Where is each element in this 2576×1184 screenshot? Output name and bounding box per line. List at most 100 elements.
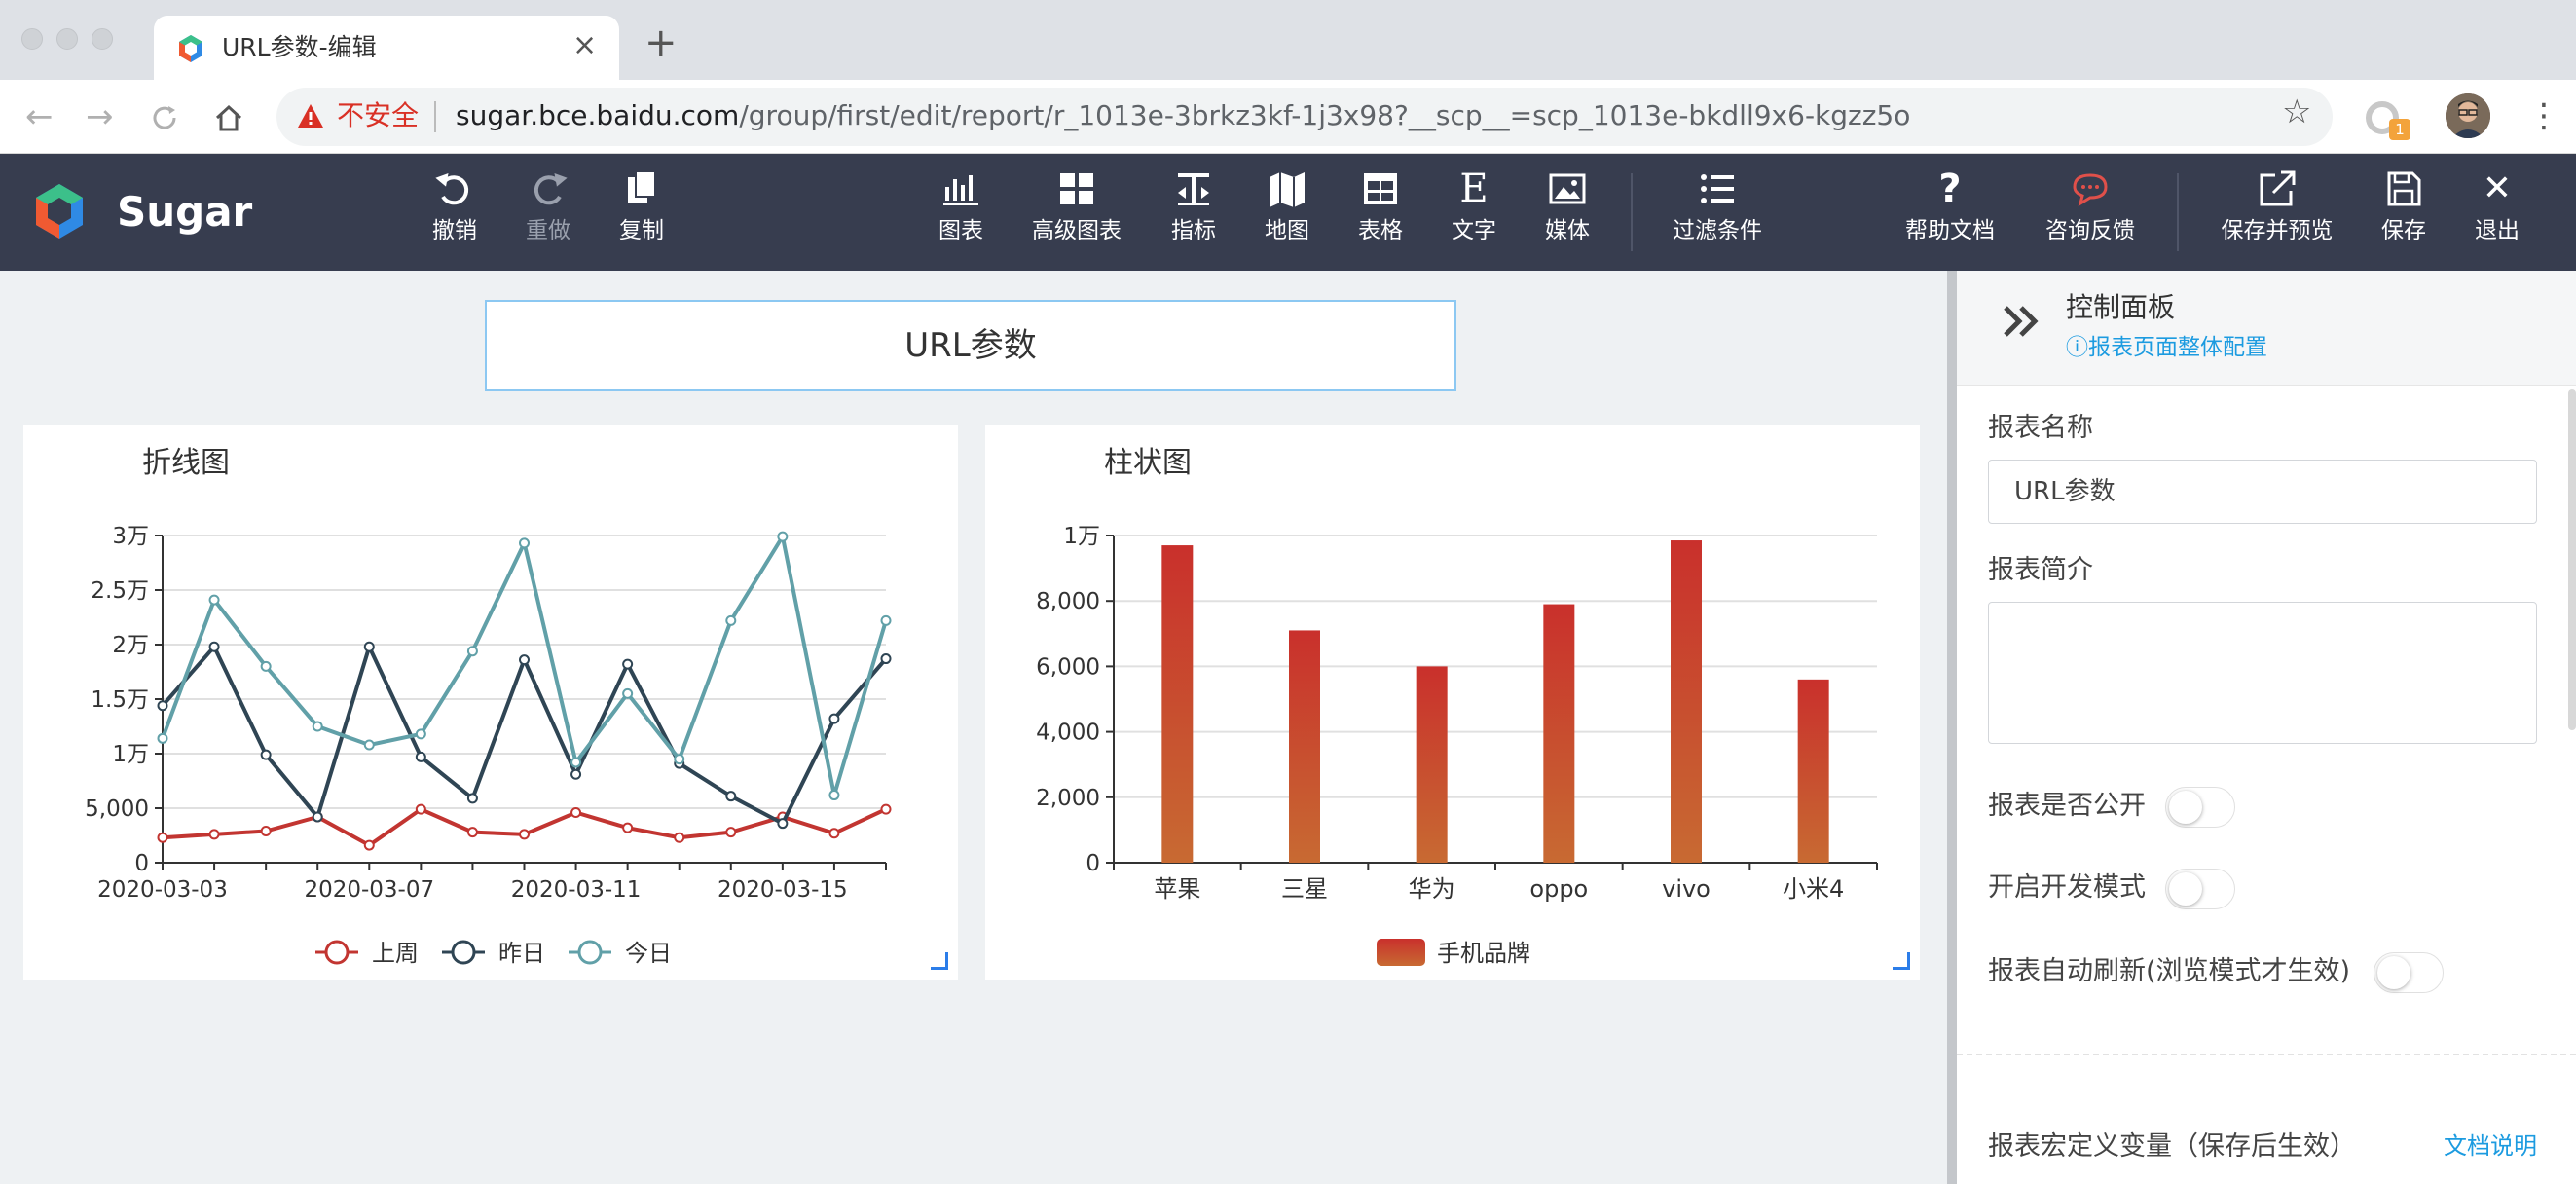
bar-chart-card[interactable]: 柱状图 0 2,000 4,000 6,000 8,000 1万 苹果 三星 华为 oppo viv… [985,425,1920,980]
auto-refresh-label: 报表自动刷新(浏览模式才生效) [1988,956,2351,986]
data-point [157,832,168,843]
bar [1543,604,1575,863]
data-point [570,757,582,768]
tool-advanced-chart[interactable]: 高级图表 [1023,167,1130,265]
tool-text[interactable]: E 文字 [1420,167,1527,265]
back-arrow-icon[interactable]: ← [25,97,54,136]
toggle-knob [2169,791,2202,824]
url-text[interactable]: sugar.bce.baidu.com/group/first/edit/rep… [456,99,1910,132]
redo-button[interactable]: 重做 [495,167,602,265]
tool-filter[interactable]: 过滤条件 [1663,167,1772,265]
help-button[interactable]: ? 帮助文档 [1896,167,2004,265]
report-canvas: URL参数 折线图 0 5,000 1万 1.5万 2万 2.5万 3万 2020-03-03… [0,271,1947,1184]
save-label: 保存 [2381,218,2426,243]
docs-link[interactable]: 文档说明 [2444,1129,2537,1163]
legend-marker [577,940,603,965]
profile-avatar[interactable] [2446,93,2490,138]
browser-toolbar: ← → 不安全 sugar.bce.baidu.com/group/first/… [0,80,2576,154]
panel-splitter[interactable] [1947,271,1957,1184]
data-point [415,751,426,762]
data-point [208,641,220,652]
undo-button[interactable]: 撤销 [401,167,508,265]
metric-label: 指标 [1171,218,1216,243]
redo-label: 重做 [526,218,570,243]
data-point [208,594,220,606]
feedback-label: 咨询反馈 [2045,218,2135,243]
resize-handle[interactable] [931,952,948,970]
x-tick-label: 三星 [1281,875,1328,903]
resize-handle[interactable] [1893,952,1910,970]
y-tick-label: 8,000 [1036,589,1100,614]
reload-icon[interactable] [148,101,181,134]
new-tab-button[interactable]: + [644,23,678,62]
report-title-box[interactable]: URL参数 [485,300,1456,391]
report-title: URL参数 [904,326,1037,365]
tool-chart[interactable]: 图表 [907,167,1014,265]
data-point [622,687,634,699]
double-chevron-right-icon[interactable] [2000,300,2042,343]
window-minimize-dot[interactable] [56,28,78,50]
help-label: 帮助文档 [1905,218,1995,243]
panel-config-link[interactable]: ⓘ报表页面整体配置 [2066,333,2267,362]
data-point [157,732,168,744]
tab-title: URL参数-编辑 [222,33,377,61]
y-tick-label: 5,000 [85,796,149,822]
data-point [777,818,789,830]
tool-media[interactable]: 媒体 [1514,167,1621,265]
series-line [162,806,887,848]
save-preview-button[interactable]: 保存并预览 [2212,167,2342,265]
exit-label: 退出 [2475,218,2520,243]
undo-icon [435,172,469,205]
external-link-icon [2260,170,2296,206]
address-bar[interactable]: 不安全 sugar.bce.baidu.com/group/first/edit… [276,88,2333,146]
browser-tab[interactable]: URL参数-编辑 × [154,16,619,82]
exit-button[interactable]: ✕ 退出 [2444,167,2551,265]
window-zoom-dot[interactable] [92,28,113,50]
bar [1289,630,1320,863]
tool-table[interactable]: 表格 [1327,167,1434,265]
toggle-knob [2377,956,2410,989]
copy-button[interactable]: 复制 [588,167,695,265]
auto-refresh-toggle[interactable] [2374,952,2444,993]
data-point [157,700,168,712]
dev-mode-toggle[interactable] [2165,869,2235,909]
report-name-label: 报表名称 [1988,413,2093,443]
data-point [415,728,426,740]
panel-scrollbar[interactable] [2568,389,2576,730]
map-label: 地图 [1265,218,1309,243]
y-tick-label: 2.5万 [91,578,149,604]
report-desc-label: 报表简介 [1988,555,2093,585]
media-label: 媒体 [1545,218,1590,243]
data-point [466,646,478,657]
text-icon: E [1459,166,1489,211]
forward-arrow-icon[interactable]: → [86,97,114,136]
bar-chart: 0 2,000 4,000 6,000 8,000 1万苹果 三星 华为 oppo vivo 小米4… [1036,524,1878,967]
window-close-dot[interactable] [21,28,43,50]
metric-icon [1178,173,1209,205]
line-chart: 0 5,000 1万 1.5万 2万 2.5万 3万 2020-03-03 2020-03-07… [85,524,892,967]
bar [1416,666,1448,863]
public-toggle[interactable] [2165,787,2235,828]
tool-map[interactable]: 地图 [1233,167,1341,265]
home-icon[interactable] [212,101,245,134]
advanced-chart-label: 高级图表 [1032,218,1122,243]
tool-metric[interactable]: 指标 [1140,167,1247,265]
table-icon [1364,173,1397,204]
bookmark-star-icon[interactable]: ☆ [2282,94,2311,130]
legend-label: 上周 [372,940,419,967]
line-chart-card[interactable]: 折线图 0 5,000 1万 1.5万 2万 2.5万 3万 2020-03-03 2020-0… [23,425,958,980]
chat-icon [2073,173,2108,207]
report-name-input[interactable]: URL参数 [1988,460,2537,524]
y-tick-label: 3万 [112,524,149,549]
data-point [260,826,272,837]
tab-close-icon[interactable]: × [572,29,597,62]
data-point [363,839,375,851]
brand-name: Sugar [117,188,253,236]
save-button[interactable]: 保存 [2350,167,2457,265]
data-point [828,828,840,839]
toolbar-divider [1631,173,1633,251]
browser-menu-icon[interactable]: ⋮ [2527,93,2560,138]
security-label[interactable]: 不安全 [337,99,419,132]
report-desc-textarea[interactable] [1988,602,2537,744]
feedback-button[interactable]: 咨询反馈 [2037,167,2144,265]
